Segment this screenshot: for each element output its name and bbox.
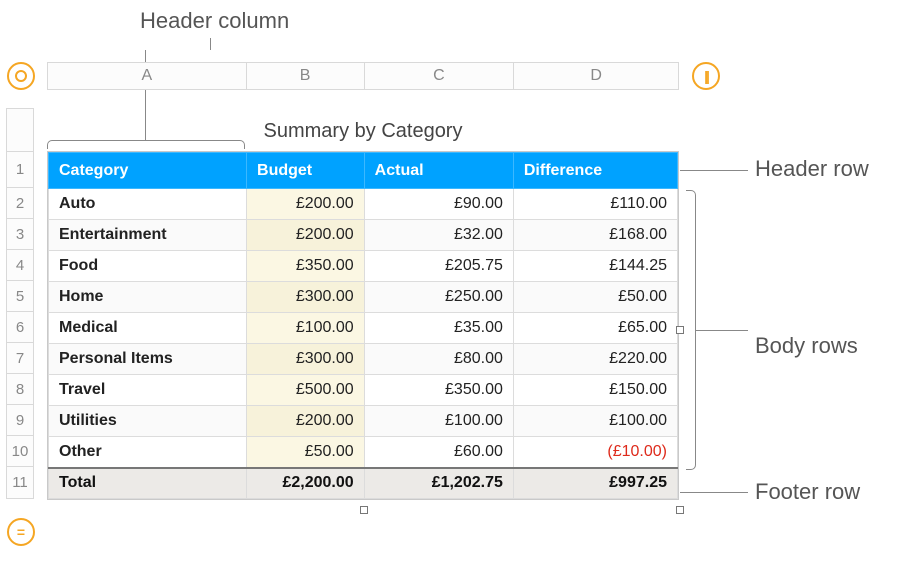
row-header-2[interactable]: 2 — [7, 188, 33, 219]
table-row[interactable]: Entertainment £200.00 £32.00 £168.00 — [49, 220, 678, 251]
footer-actual[interactable]: £1,202.75 — [364, 468, 513, 499]
table-row[interactable]: Home £300.00 £250.00 £50.00 — [49, 282, 678, 313]
cell-category[interactable]: Travel — [49, 375, 247, 406]
cell-category[interactable]: Personal Items — [49, 344, 247, 375]
row-header-8[interactable]: 8 — [7, 374, 33, 405]
cell-actual[interactable]: £100.00 — [364, 406, 513, 437]
row-header-5[interactable]: 5 — [7, 281, 33, 312]
cell-difference[interactable]: £65.00 — [513, 313, 677, 344]
cell-category[interactable]: Utilities — [49, 406, 247, 437]
callout-line — [680, 170, 748, 171]
cell-actual[interactable]: £90.00 — [364, 189, 513, 220]
header-cell-difference[interactable]: Difference — [513, 153, 677, 189]
table-row[interactable]: Medical £100.00 £35.00 £65.00 — [49, 313, 678, 344]
table-row[interactable]: Food £350.00 £205.75 £144.25 — [49, 251, 678, 282]
row-header-11[interactable]: 11 — [7, 467, 33, 499]
footer-difference[interactable]: £997.25 — [513, 468, 677, 499]
callout-line — [210, 38, 211, 50]
table-menu-button[interactable] — [7, 62, 35, 90]
row-header-7[interactable]: 7 — [7, 343, 33, 374]
col-header-a[interactable]: A — [48, 63, 247, 89]
footer-category[interactable]: Total — [49, 468, 247, 499]
header-cell-category[interactable]: Category — [49, 153, 247, 189]
cell-difference[interactable]: £144.25 — [513, 251, 677, 282]
callout-line — [696, 330, 748, 331]
row-header-9[interactable]: 9 — [7, 405, 33, 436]
callout-header-column: Header column — [140, 8, 289, 34]
table-row[interactable]: Personal Items £300.00 £80.00 £220.00 — [49, 344, 678, 375]
cell-actual[interactable]: £35.00 — [364, 313, 513, 344]
callout-brace-body-rows — [686, 190, 696, 470]
table-row[interactable]: Utilities £200.00 £100.00 £100.00 — [49, 406, 678, 437]
cell-category[interactable]: Medical — [49, 313, 247, 344]
callout-body-rows: Body rows — [755, 333, 858, 359]
cell-actual[interactable]: £350.00 — [364, 375, 513, 406]
table-row[interactable]: Auto £200.00 £90.00 £110.00 — [49, 189, 678, 220]
table-row[interactable]: Other £50.00 £60.00 (£10.00) — [49, 437, 678, 468]
cell-actual[interactable]: £205.75 — [364, 251, 513, 282]
col-header-d[interactable]: D — [514, 63, 679, 89]
row-header-6[interactable]: 6 — [7, 312, 33, 343]
column-header-strip[interactable]: A B C D — [47, 62, 679, 90]
cell-budget[interactable]: £50.00 — [247, 437, 365, 468]
header-cell-budget[interactable]: Budget — [247, 153, 365, 189]
cell-category[interactable]: Other — [49, 437, 247, 468]
cell-actual[interactable]: £80.00 — [364, 344, 513, 375]
cell-actual[interactable]: £250.00 — [364, 282, 513, 313]
table-title[interactable]: Summary by Category — [47, 120, 679, 143]
cell-difference[interactable]: £150.00 — [513, 375, 677, 406]
cell-difference[interactable]: £50.00 — [513, 282, 677, 313]
cell-budget[interactable]: £350.00 — [247, 251, 365, 282]
cell-budget[interactable]: £500.00 — [247, 375, 365, 406]
cell-budget[interactable]: £200.00 — [247, 220, 365, 251]
cell-budget[interactable]: £300.00 — [247, 282, 365, 313]
header-cell-actual[interactable]: Actual — [364, 153, 513, 189]
footer-budget[interactable]: £2,200.00 — [247, 468, 365, 499]
cell-difference[interactable]: £110.00 — [513, 189, 677, 220]
table-row[interactable]: Travel £500.00 £350.00 £150.00 — [49, 375, 678, 406]
row-gap — [7, 109, 33, 152]
selection-handle[interactable] — [360, 506, 368, 514]
cell-budget[interactable]: £200.00 — [247, 406, 365, 437]
callout-header-row: Header row — [755, 156, 869, 182]
row-header-strip[interactable]: 1 2 3 4 5 6 7 8 9 10 11 — [6, 108, 34, 499]
cell-category[interactable]: Entertainment — [49, 220, 247, 251]
cell-budget[interactable]: £300.00 — [247, 344, 365, 375]
row-header-4[interactable]: 4 — [7, 250, 33, 281]
row-header-1[interactable]: 1 — [7, 152, 33, 188]
add-rows-button[interactable]: = — [7, 518, 35, 546]
row-header-10[interactable]: 10 — [7, 436, 33, 467]
col-header-c[interactable]: C — [365, 63, 515, 89]
col-header-b[interactable]: B — [247, 63, 365, 89]
selection-handle[interactable] — [676, 506, 684, 514]
cell-difference[interactable]: £168.00 — [513, 220, 677, 251]
cell-difference[interactable]: (£10.00) — [513, 437, 677, 468]
cell-category[interactable]: Auto — [49, 189, 247, 220]
cell-actual[interactable]: £32.00 — [364, 220, 513, 251]
footer-row[interactable]: Total £2,200.00 £1,202.75 £997.25 — [49, 468, 678, 499]
callout-line — [680, 492, 748, 493]
columns-icon: || — [704, 68, 708, 84]
cell-difference[interactable]: £100.00 — [513, 406, 677, 437]
cell-category[interactable]: Home — [49, 282, 247, 313]
row-header-3[interactable]: 3 — [7, 219, 33, 250]
rows-icon: = — [17, 524, 25, 540]
selection-handle[interactable] — [676, 326, 684, 334]
callout-footer-row: Footer row — [755, 479, 860, 505]
cell-difference[interactable]: £220.00 — [513, 344, 677, 375]
circle-icon — [14, 69, 28, 83]
cell-category[interactable]: Food — [49, 251, 247, 282]
header-row[interactable]: Category Budget Actual Difference — [49, 153, 678, 189]
add-columns-button[interactable]: || — [692, 62, 720, 90]
cell-budget[interactable]: £100.00 — [247, 313, 365, 344]
spreadsheet-table[interactable]: Category Budget Actual Difference Auto £… — [47, 151, 679, 500]
cell-actual[interactable]: £60.00 — [364, 437, 513, 468]
cell-budget[interactable]: £200.00 — [247, 189, 365, 220]
